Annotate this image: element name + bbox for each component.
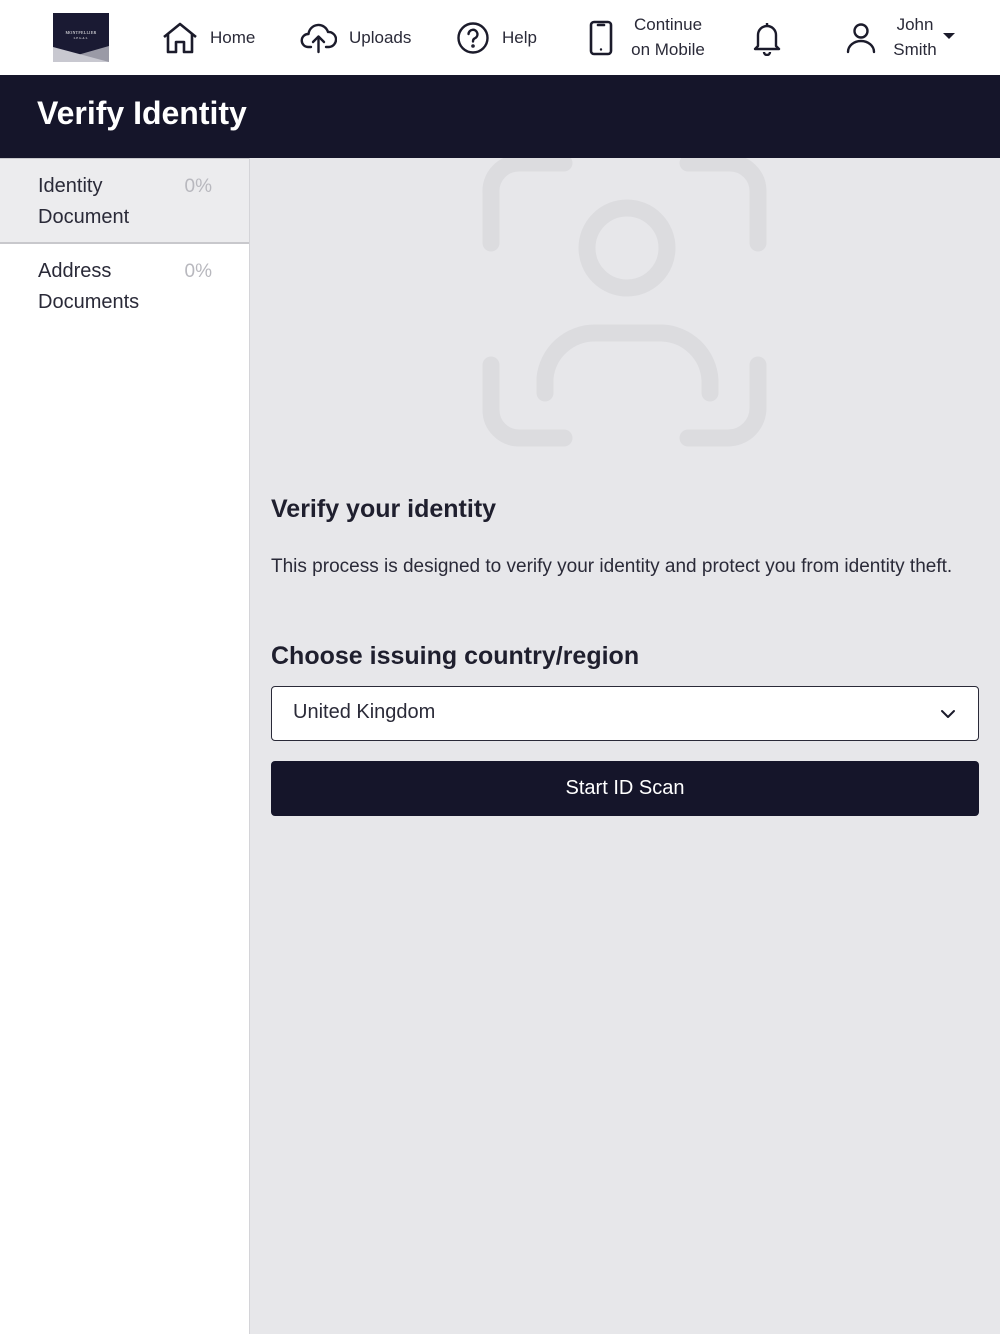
nav-continue-on-mobile-label: Continue on Mobile (631, 15, 705, 59)
page-header: Verify Identity (0, 75, 1000, 158)
nav-home-label: Home (210, 27, 256, 47)
start-id-scan-button[interactable]: Start ID Scan (271, 761, 979, 816)
nav-help[interactable]: Help (456, 0, 537, 75)
sidebar-item-address-documents[interactable]: Address Documents 0% (0, 244, 249, 330)
user-icon (845, 21, 877, 55)
sidebar-item-identity-document[interactable]: Identity Document 0% (0, 158, 249, 244)
logo-text: MONTPELLIER (65, 30, 97, 35)
sidebar-item-progress: 0% (184, 261, 212, 282)
chevron-down-icon (943, 32, 955, 39)
nav-help-label: Help (502, 27, 537, 47)
country-heading: Choose issuing country/region (271, 642, 640, 670)
home-icon (162, 21, 198, 55)
bell-icon (751, 20, 783, 56)
nav-continue-on-mobile[interactable]: Continue on Mobile (588, 0, 707, 75)
country-select[interactable]: United Kingdom (271, 686, 979, 741)
nav-uploads-label: Uploads (349, 27, 412, 47)
user-menu[interactable]: John Smith (845, 0, 955, 75)
page-title: Verify Identity (37, 95, 247, 131)
mobile-phone-icon (588, 20, 614, 56)
sidebar-item-progress: 0% (184, 176, 212, 197)
country-select-value: United Kingdom (293, 701, 436, 723)
verify-heading: Verify your identity (271, 495, 497, 523)
help-circle-icon (456, 21, 490, 55)
sidebar: Identity Document 0% Address Documents 0… (0, 158, 250, 1334)
verify-description: This process is designed to verify your … (271, 556, 953, 577)
logo-subtext: LEGAL (73, 36, 89, 40)
chevron-down-icon (940, 706, 956, 724)
sidebar-item-label: Address Documents (38, 260, 140, 313)
face-scan-icon (482, 154, 770, 453)
company-logo[interactable]: MONTPELLIER LEGAL (53, 13, 109, 62)
nav-home[interactable]: Home (162, 0, 255, 75)
sidebar-item-label: Identity Document (38, 175, 130, 228)
user-name: John Smith (893, 15, 937, 59)
top-navigation: MONTPELLIER LEGAL Home Uploads Help Cont… (0, 0, 1000, 75)
nav-uploads[interactable]: Uploads (300, 0, 411, 75)
cloud-upload-icon (300, 22, 337, 54)
notifications-button[interactable] (751, 0, 783, 75)
main-content: Verify your identity This process is des… (250, 154, 1000, 1334)
